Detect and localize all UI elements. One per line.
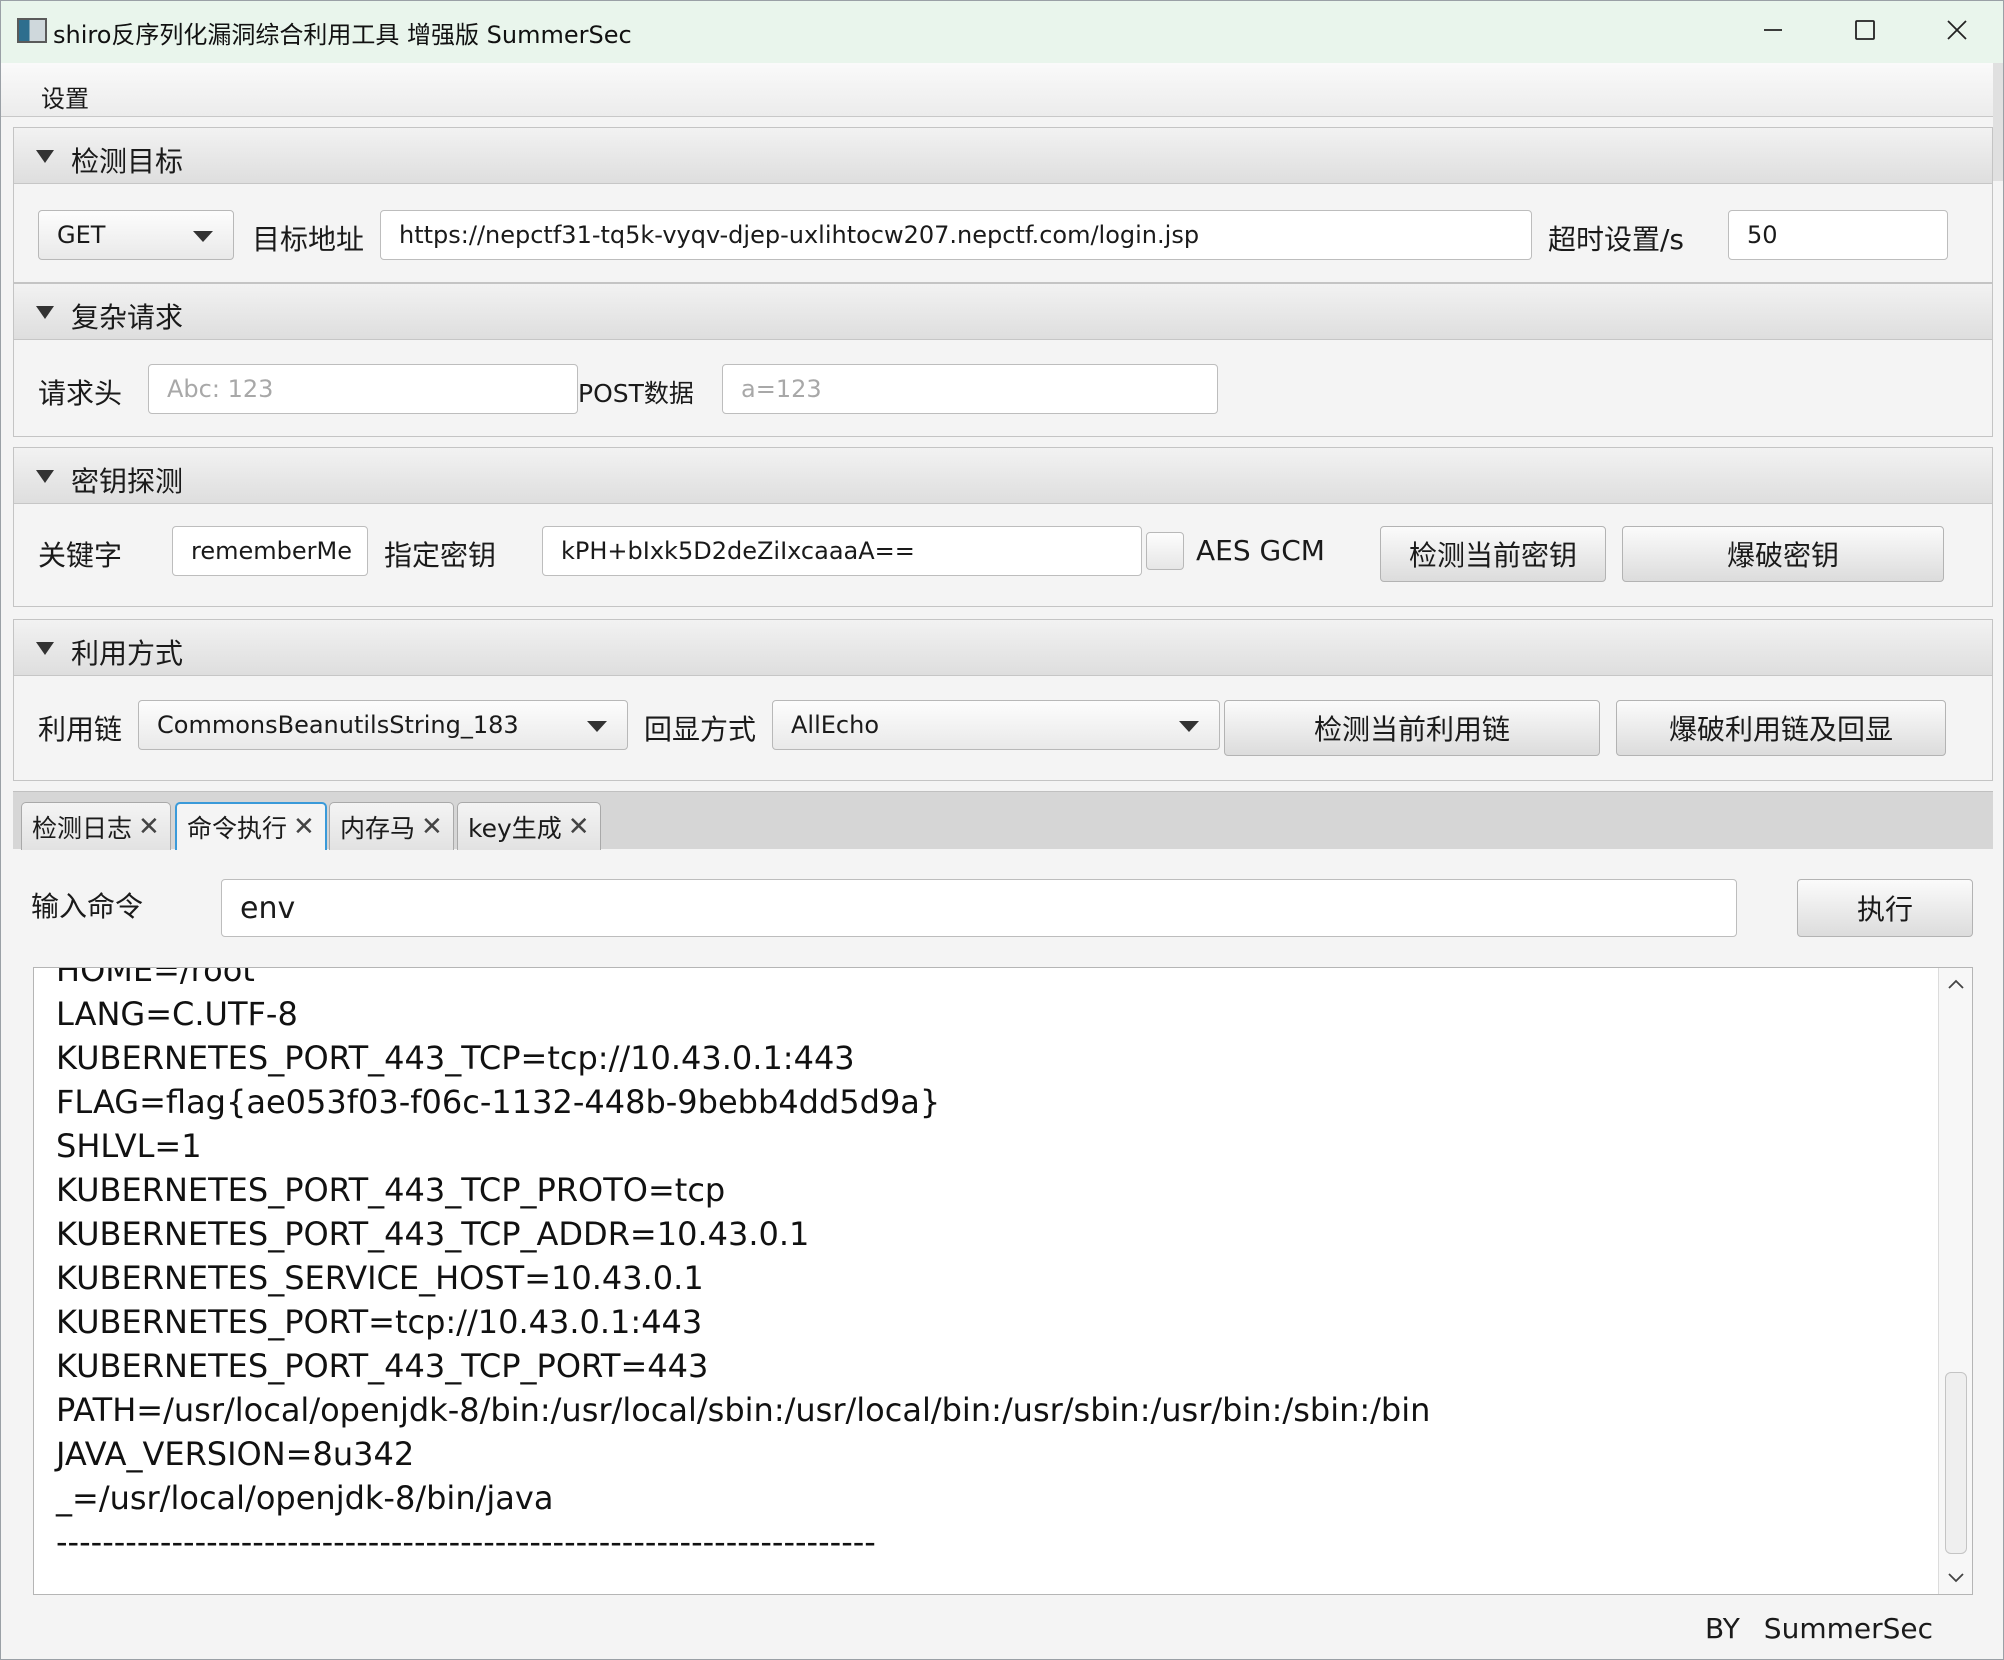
maximize-icon (1855, 20, 1875, 40)
output-line: ----------------------------------------… (56, 1523, 876, 1561)
execute-button[interactable]: 执行 (1797, 879, 1973, 937)
chevron-up-icon[interactable] (1947, 976, 1965, 994)
footer-author: SummerSec (1763, 1612, 1933, 1645)
key-label: 指定密钥 (384, 539, 497, 572)
output-line: _=/usr/local/openjdk-8/bin/java (56, 1479, 554, 1517)
aes-gcm-label: AES GCM (1196, 534, 1325, 567)
tab-label: key生成 (468, 813, 562, 843)
url-input[interactable]: https://nepctf31-tq5k-vyqv-djep-uxlihtoc… (380, 210, 1532, 260)
output-line: LANG=C.UTF-8 (56, 995, 298, 1033)
echo-select[interactable]: AllEcho (772, 700, 1220, 750)
minimize-button[interactable] (1727, 1, 1819, 59)
title-bar: shiro反序列化漏洞综合利用工具 增强版 SummerSec (1, 1, 2003, 63)
section-target-title: 检测目标 (71, 145, 184, 178)
detect-key-button[interactable]: 检测当前密钥 (1380, 526, 1606, 582)
tab-bar: 检测日志 ✕ 命令执行 ✕ 内存马 ✕ key生成 ✕ (13, 791, 1993, 850)
close-x-icon[interactable]: ✕ (568, 812, 590, 842)
close-icon (1947, 20, 1967, 40)
chevron-down-icon (587, 721, 607, 732)
output-line: KUBERNETES_PORT_443_TCP_PROTO=tcp (56, 1171, 726, 1209)
app-window: shiro反序列化漏洞综合利用工具 增强版 SummerSec 设置 检测目标 … (0, 0, 2004, 1660)
echo-label: 回显方式 (644, 713, 757, 746)
section-exploit-header[interactable]: 利用方式 (14, 620, 1992, 676)
output-textarea[interactable]: HOME=/root LANG=C.UTF-8 KUBERNETES_PORT_… (33, 967, 1973, 1595)
app-icon (17, 18, 47, 43)
section-key-detect: 密钥探测 关键字 rememberMe 指定密钥 kPH+bIxk5D2deZi… (13, 447, 1993, 607)
triangle-down-icon (36, 470, 54, 483)
method-value: GET (57, 221, 106, 249)
scrollbar-thumb[interactable] (1945, 1372, 1967, 1554)
chevron-down-icon[interactable] (1947, 1568, 1965, 1586)
tab-label: 内存马 (340, 813, 416, 843)
section-key-header[interactable]: 密钥探测 (14, 448, 1992, 504)
output-lines: HOME=/root LANG=C.UTF-8 KUBERNETES_PORT_… (56, 967, 1936, 1564)
output-line: FLAG=flag{ae053f03-f06c-1132-448b-9bebb4… (56, 1083, 941, 1121)
minimize-icon (1764, 29, 1782, 31)
aes-gcm-checkbox[interactable] (1146, 532, 1184, 570)
close-x-icon[interactable]: ✕ (421, 812, 443, 842)
chain-label: 利用链 (38, 713, 123, 746)
output-scrollbar[interactable] (1938, 968, 1972, 1594)
echo-value: AllEcho (791, 711, 880, 739)
output-line: HOME=/root (56, 967, 255, 989)
menu-bar: 设置 (1, 63, 2003, 117)
triangle-down-icon (36, 150, 54, 163)
tab-memshell[interactable]: 内存马 ✕ (329, 802, 454, 850)
window-scroll-track (1993, 63, 2003, 181)
keyword-input[interactable]: rememberMe (172, 526, 368, 576)
section-exploit: 利用方式 利用链 CommonsBeanutilsString_183 回显方式… (13, 619, 1993, 781)
post-label: POST数据 (578, 379, 694, 408)
section-target-header[interactable]: 检测目标 (14, 128, 1992, 184)
keyword-label: 关键字 (38, 539, 123, 572)
close-x-icon[interactable]: ✕ (138, 812, 160, 842)
output-line: KUBERNETES_PORT_443_TCP=tcp://10.43.0.1:… (56, 1039, 855, 1077)
maximize-button[interactable] (1819, 1, 1911, 59)
section-exploit-title: 利用方式 (71, 637, 184, 670)
tab-label: 命令执行 (187, 814, 288, 843)
section-key-title: 密钥探测 (71, 465, 184, 498)
section-complex-title: 复杂请求 (71, 301, 184, 334)
close-button[interactable] (1911, 1, 2003, 59)
chain-value: CommonsBeanutilsString_183 (157, 711, 519, 739)
brute-chain-button[interactable]: 爆破利用链及回显 (1616, 700, 1946, 756)
triangle-down-icon (36, 306, 54, 319)
timeout-input[interactable]: 50 (1728, 210, 1948, 260)
post-data-input[interactable]: a=123 (722, 364, 1218, 414)
detect-chain-button[interactable]: 检测当前利用链 (1224, 700, 1600, 756)
header-input[interactable]: Abc: 123 (148, 364, 578, 414)
output-line: JAVA_VERSION=8u342 (56, 1435, 415, 1473)
menu-settings[interactable]: 设置 (41, 79, 89, 114)
close-x-icon[interactable]: ✕ (293, 812, 315, 842)
output-line: KUBERNETES_PORT_443_TCP_PORT=443 (56, 1347, 709, 1385)
footer-credit: BY SummerSec (1705, 1612, 1933, 1645)
tab-key-gen[interactable]: key生成 ✕ (457, 802, 601, 850)
section-complex-header[interactable]: 复杂请求 (14, 284, 1992, 340)
command-label: 输入命令 (31, 890, 144, 923)
brute-key-button[interactable]: 爆破密钥 (1622, 526, 1944, 582)
tab-detect-log[interactable]: 检测日志 ✕ (21, 802, 171, 850)
chain-select[interactable]: CommonsBeanutilsString_183 (138, 700, 628, 750)
section-target: 检测目标 GET 目标地址 https://nepctf31-tq5k-vyqv… (13, 127, 1993, 283)
output-line: KUBERNETES_PORT_443_TCP_ADDR=10.43.0.1 (56, 1215, 810, 1253)
command-input[interactable]: env (221, 879, 1737, 937)
output-line: KUBERNETES_PORT=tcp://10.43.0.1:443 (56, 1303, 703, 1341)
window-title: shiro反序列化漏洞综合利用工具 增强版 SummerSec (53, 21, 632, 49)
output-line: SHLVL=1 (56, 1127, 202, 1165)
url-label: 目标地址 (252, 223, 365, 256)
tab-label: 检测日志 (32, 813, 133, 843)
chevron-down-icon (193, 231, 213, 242)
header-label: 请求头 (38, 377, 123, 410)
chevron-down-icon (1179, 721, 1199, 732)
timeout-label: 超时设置/s (1548, 223, 1685, 256)
output-line: PATH=/usr/local/openjdk-8/bin:/usr/local… (56, 1391, 1431, 1429)
tab-command-exec[interactable]: 命令执行 ✕ (175, 802, 327, 850)
output-line: KUBERNETES_SERVICE_HOST=10.43.0.1 (56, 1259, 704, 1297)
footer-by: BY (1705, 1612, 1740, 1645)
key-input[interactable]: kPH+bIxk5D2deZiIxcaaaA== (542, 526, 1142, 576)
section-complex-request: 复杂请求 请求头 Abc: 123 POST数据 a=123 (13, 283, 1993, 437)
triangle-down-icon (36, 642, 54, 655)
method-select[interactable]: GET (38, 210, 234, 260)
